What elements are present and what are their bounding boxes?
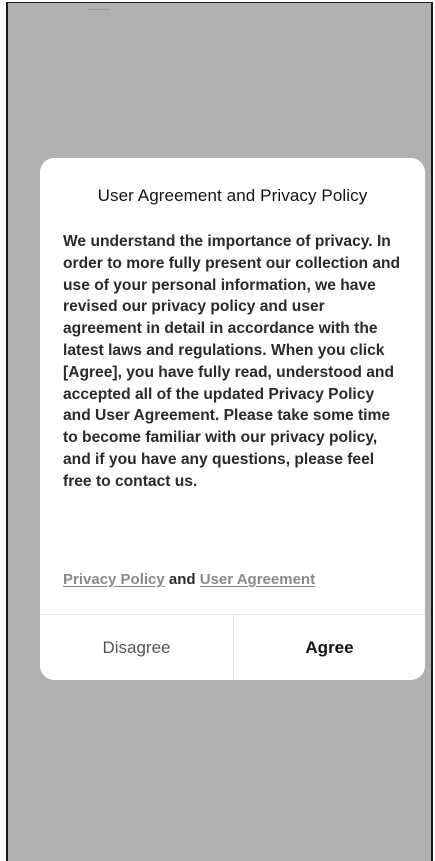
privacy-policy-link[interactable]: Privacy Policy: [63, 571, 165, 588]
agree-button[interactable]: Agree: [234, 615, 425, 680]
status-bar-fragment: [88, 3, 110, 10]
user-agreement-link[interactable]: User Agreement: [200, 571, 315, 588]
dialog-title: User Agreement and Privacy Policy: [97, 186, 368, 205]
privacy-agreement-dialog: User Agreement and Privacy Policy We und…: [40, 158, 425, 680]
dimmed-background-overlay: User Agreement and Privacy Policy We und…: [6, 2, 433, 861]
disagree-button[interactable]: Disagree: [40, 615, 233, 680]
policy-links: Privacy Policy and User Agreement: [63, 571, 315, 588]
links-separator-text: and: [164, 571, 200, 588]
dialog-message: We understand the importance of privacy.…: [63, 233, 401, 490]
